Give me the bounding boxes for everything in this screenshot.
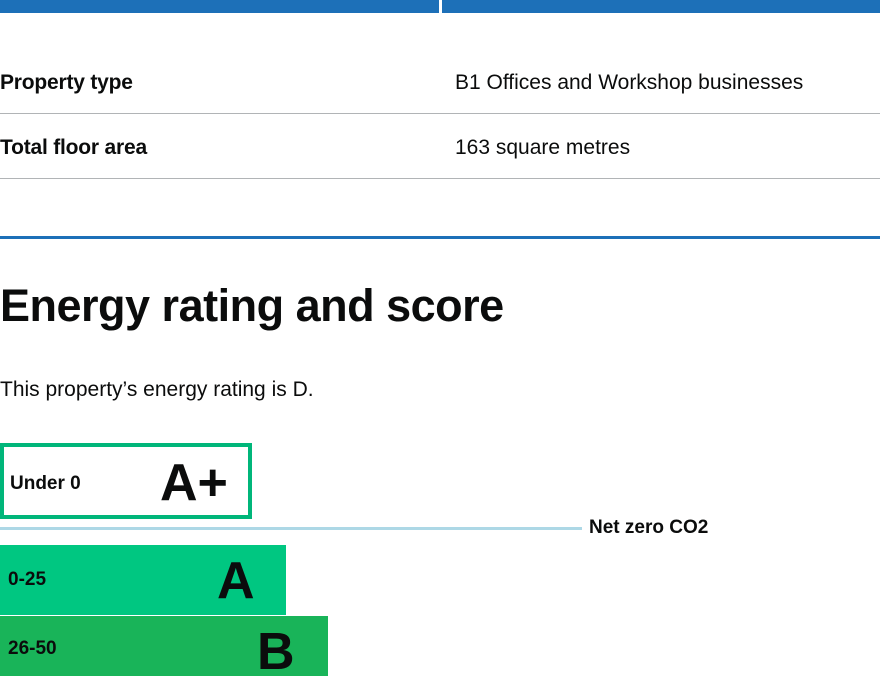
section-divider: [0, 236, 880, 239]
band-range: 0-25: [8, 569, 47, 590]
floor-area-value: 163 square metres: [455, 136, 631, 159]
floor-area-label: Total floor area: [0, 136, 147, 159]
band-range: Under 0: [10, 473, 81, 494]
floor-area-row: Total floor area 163 square metres: [0, 114, 880, 179]
band-letter: A+: [160, 454, 228, 512]
energy-rating-heading: Energy rating and score: [0, 280, 504, 331]
property-type-value: B1 Offices and Workshop businesses: [455, 71, 804, 94]
energy-rating-text: This property’s energy rating is D.: [0, 378, 314, 401]
net-zero-label: Net zero CO2: [589, 517, 709, 538]
property-type-label: Property type: [0, 71, 133, 94]
band-letter: A: [217, 552, 255, 610]
net-zero-line: [0, 527, 582, 530]
table-header-bar: [0, 0, 880, 13]
table-header-separator: [439, 0, 442, 13]
rating-band-a-plus: Under 0 A+: [0, 443, 252, 519]
band-range: 26-50: [8, 638, 57, 659]
rating-band-a: 0-25 A: [0, 545, 286, 615]
band-letter: B: [257, 623, 295, 681]
rating-band-b: 26-50 B: [0, 616, 328, 681]
property-type-row: Property type B1 Offices and Workshop bu…: [0, 49, 880, 114]
